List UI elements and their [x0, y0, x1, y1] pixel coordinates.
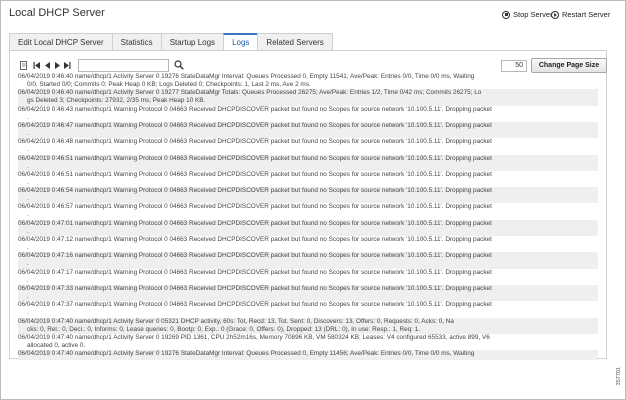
log-entry-line1: 06/04/2019 0:47:33 name/dhcp/1 Warning P…: [18, 284, 492, 292]
log-entry-line1: 06/04/2019 0:47:01 name/dhcp/1 Warning P…: [18, 219, 492, 227]
previous-page-icon[interactable]: [44, 61, 52, 70]
log-entry: 06/04/2019 0:46:43 name/dhcp/1 Warning P…: [18, 106, 598, 122]
page-size-input[interactable]: 50: [501, 60, 527, 72]
log-entry-line1: 06/04/2019 0:46:48 name/dhcp/1 Warning P…: [18, 138, 492, 146]
log-entry: 06/04/2019 0:46:51 name/dhcp/1 Warning P…: [18, 154, 598, 171]
log-entry-line2: .: [27, 211, 29, 219]
log-entry-line2: .: [27, 146, 29, 154]
first-page-icon[interactable]: [33, 61, 41, 70]
log-entry-line2: .: [27, 244, 29, 251]
log-entry-line2: .: [27, 162, 29, 170]
figure-id: 357701: [616, 367, 622, 386]
change-page-size-button[interactable]: Change Page Size: [531, 58, 607, 73]
window-frame: Local DHCP Server Stop Server Restart Se…: [0, 0, 626, 400]
log-entry-line1: 06/04/2019 0:47:37 name/dhcp/1 Warning P…: [18, 301, 492, 309]
log-entry-line2: gs Deleted 3; Checkpoints: 27932, 2/35 m…: [27, 97, 206, 105]
stop-server-button[interactable]: Stop Server: [502, 10, 553, 19]
log-entry-line1: 06/04/2019 0:47:12 name/dhcp/1 Warning P…: [18, 236, 492, 243]
search-icon[interactable]: [174, 60, 184, 70]
log-entry-line1: 06/04/2019 0:46:40 name/dhcp/1 Activity …: [18, 89, 482, 97]
log-entry-line1: 06/04/2019 0:46:43 name/dhcp/1 Warning P…: [18, 105, 492, 113]
log-entry: 06/04/2019 0:47:40 name/dhcp/1 Activity …: [18, 334, 598, 350]
restart-icon: [551, 10, 559, 19]
log-entry: 06/04/2019 0:46:51 name/dhcp/1 Warning P…: [18, 171, 598, 187]
log-entry: 06/04/2019 0:46:57 name/dhcp/1 Warning P…: [18, 203, 598, 219]
last-page-icon[interactable]: [63, 61, 71, 70]
log-entry-line2: .: [27, 195, 29, 203]
log-entry: 06/04/2019 0:47:17 name/dhcp/1 Warning P…: [18, 269, 598, 285]
logs-panel: 50 Change Page Size 06/04/2019 0:46:40 n…: [9, 50, 607, 360]
tab-logs[interactable]: Logs: [223, 33, 259, 51]
log-entry-line2: allocated 0, active 0.: [27, 341, 86, 349]
tab-edit-local-dhcp-server[interactable]: Edit Local DHCP Server: [9, 33, 113, 51]
log-entry-line2: .: [27, 227, 29, 235]
log-entry: 06/04/2019 0:46:40 name/dhcp/1 Activity …: [18, 73, 598, 89]
log-entry-line2: .: [27, 292, 29, 300]
log-entry-line1: 06/04/2019 0:46:47 name/dhcp/1 Warning P…: [18, 121, 492, 129]
log-entry-line1: 06/04/2019 0:47:16 name/dhcp/1 Warning P…: [18, 252, 492, 260]
log-entry-line1: 06/04/2019 0:46:54 name/dhcp/1 Warning P…: [18, 187, 492, 195]
log-entry: 06/04/2019 0:47:01 name/dhcp/1 Warning P…: [18, 219, 598, 236]
tab-bar: Edit Local DHCP Server Statistics Startu…: [9, 33, 333, 51]
tab-related-servers[interactable]: Related Servers: [257, 33, 333, 51]
log-list: 06/04/2019 0:46:40 name/dhcp/1 Activity …: [18, 73, 598, 360]
log-toolbar: 50 Change Page Size: [18, 58, 607, 74]
log-entry: 06/04/2019 0:47:40 name/dhcp/1 Activity …: [18, 350, 598, 360]
log-entry: 06/04/2019 0:47:37 name/dhcp/1 Warning P…: [18, 301, 598, 317]
next-page-icon[interactable]: [53, 61, 61, 70]
tab-startup-logs[interactable]: Startup Logs: [160, 33, 225, 51]
restart-server-button[interactable]: Restart Server: [551, 10, 610, 19]
page-title: Local DHCP Server: [9, 7, 105, 19]
restart-server-label: Restart Server: [562, 10, 611, 19]
log-entry-line1: 06/04/2019 0:46:51 name/dhcp/1 Warning P…: [18, 170, 492, 178]
log-entry-line2: .: [27, 309, 29, 317]
log-entry-line1: 06/04/2019 0:47:17 name/dhcp/1 Warning P…: [18, 268, 492, 276]
log-entry-line1: 06/04/2019 0:46:40 name/dhcp/1 Activity …: [18, 73, 475, 80]
log-entry-line1: 06/04/2019 0:47:40 name/dhcp/1 Activity …: [18, 350, 475, 358]
log-entry-line1: 06/04/2019 0:47:40 name/dhcp/1 Activity …: [18, 317, 454, 325]
log-entry-line2: .: [27, 260, 29, 268]
log-entry-line2: .: [27, 178, 29, 186]
log-entry-line2: cks: 0, Rel.: 0, Decl.: 0, Informs: 0, L…: [27, 325, 421, 333]
log-entry: 06/04/2019 0:46:48 name/dhcp/1 Warning P…: [18, 138, 598, 154]
log-entry-line1: 06/04/2019 0:47:40 name/dhcp/1 Activity …: [18, 333, 490, 341]
stop-icon: [502, 10, 510, 19]
log-entry: 06/04/2019 0:47:40 name/dhcp/1 Activity …: [18, 317, 598, 334]
log-entry-line2: .: [27, 113, 29, 121]
log-entry: 06/04/2019 0:46:47 name/dhcp/1 Warning P…: [18, 121, 598, 139]
log-entry-line2: .: [27, 276, 29, 284]
search-input[interactable]: [78, 59, 169, 72]
log-entry: 06/04/2019 0:47:16 name/dhcp/1 Warning P…: [18, 252, 598, 269]
stop-server-label: Stop Server: [513, 10, 553, 19]
log-entry: 06/04/2019 0:46:54 name/dhcp/1 Warning P…: [18, 187, 598, 204]
log-entry: 06/04/2019 0:46:40 name/dhcp/1 Activity …: [18, 89, 598, 106]
log-entry-line2: .: [27, 129, 29, 137]
tab-statistics[interactable]: Statistics: [111, 33, 162, 51]
export-icon[interactable]: [20, 61, 28, 70]
log-entry-line1: 06/04/2019 0:46:57 name/dhcp/1 Warning P…: [18, 203, 492, 211]
log-entry-line2: 0/0, Started 0/0; Commits 0; Peak Heap 0…: [27, 81, 311, 88]
log-entry-line1: 06/04/2019 0:46:51 name/dhcp/1 Warning P…: [18, 154, 492, 162]
log-entry: 06/04/2019 0:47:12 name/dhcp/1 Warning P…: [18, 236, 598, 252]
log-entry: 06/04/2019 0:47:33 name/dhcp/1 Warning P…: [18, 284, 598, 302]
